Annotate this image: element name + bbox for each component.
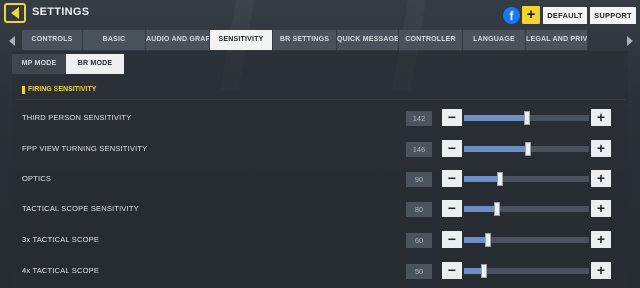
facebook-icon[interactable]: f bbox=[503, 7, 520, 24]
setting-value[interactable]: 80 bbox=[406, 202, 432, 217]
tab-sensitivity[interactable]: SENSITIVITY bbox=[210, 30, 273, 50]
chevron-left-icon bbox=[9, 36, 15, 46]
setting-row-4x-tactical-scope: 4x TACTICAL SCOPE 50− + bbox=[12, 260, 628, 284]
tab-br-settings[interactable]: BR SETTINGS bbox=[273, 30, 337, 50]
default-button[interactable]: DEFAULT bbox=[543, 7, 587, 24]
setting-label: OPTICS bbox=[22, 174, 52, 183]
setting-label: THIRD PERSON SENSITIVITY bbox=[22, 113, 132, 122]
slider-handle[interactable] bbox=[485, 233, 491, 247]
tab-controls[interactable]: CONTROLS bbox=[22, 30, 83, 50]
tab-bar: CONTROLS BASIC AUDIO AND GRAPHICS SENSIT… bbox=[0, 30, 640, 50]
divider bbox=[16, 99, 626, 100]
back-button[interactable] bbox=[4, 3, 26, 23]
increase-button[interactable]: + bbox=[591, 140, 611, 157]
setting-label: FPP VIEW TURNING SENSITIVITY bbox=[22, 144, 148, 153]
tab-scroll-right-button[interactable] bbox=[624, 33, 636, 49]
decrease-button[interactable]: − bbox=[442, 200, 462, 217]
add-button[interactable]: + bbox=[522, 6, 540, 24]
sensitivity-slider[interactable] bbox=[464, 172, 589, 186]
back-arrow-icon bbox=[11, 7, 19, 19]
increase-button[interactable]: + bbox=[591, 231, 611, 248]
decrease-button[interactable]: − bbox=[442, 262, 462, 279]
setting-row-tactical-scope-sensitivity: TACTICAL SCOPE SENSITIVITY 80− + bbox=[12, 198, 628, 222]
section-title: FIRING SENSITIVITY bbox=[28, 86, 97, 93]
mp-mode-button[interactable]: MP MODE bbox=[12, 54, 66, 74]
setting-label: 3x TACTICAL SCOPE bbox=[22, 235, 100, 244]
setting-value[interactable]: 60 bbox=[406, 233, 432, 248]
sensitivity-slider[interactable] bbox=[464, 202, 589, 216]
tab-controller[interactable]: CONTROLLER bbox=[399, 30, 463, 50]
support-button[interactable]: SUPPORT bbox=[590, 7, 636, 24]
setting-value[interactable]: 146 bbox=[406, 142, 432, 157]
sensitivity-slider[interactable] bbox=[464, 142, 589, 156]
sensitivity-slider[interactable] bbox=[464, 111, 589, 125]
decrease-button[interactable]: − bbox=[442, 231, 462, 248]
increase-button[interactable]: + bbox=[591, 170, 611, 187]
slider-fill bbox=[464, 206, 497, 212]
slider-handle[interactable] bbox=[494, 202, 500, 216]
slider-handle[interactable] bbox=[497, 172, 503, 186]
slider-fill bbox=[464, 176, 500, 182]
setting-row-optics: OPTICS 90− + bbox=[12, 168, 628, 192]
setting-label: 4x TACTICAL SCOPE bbox=[22, 266, 100, 275]
tab-audio-and-graphics[interactable]: AUDIO AND GRAPHICS bbox=[146, 30, 210, 50]
section-marker bbox=[22, 86, 25, 94]
slider-fill bbox=[464, 115, 527, 121]
setting-label: TACTICAL SCOPE SENSITIVITY bbox=[22, 204, 139, 213]
decrease-button[interactable]: − bbox=[442, 140, 462, 157]
chevron-right-icon bbox=[627, 36, 633, 46]
slider-handle[interactable] bbox=[524, 111, 530, 125]
page-title: SETTINGS bbox=[32, 6, 90, 18]
increase-button[interactable]: + bbox=[591, 200, 611, 217]
tab-quick-message[interactable]: QUICK MESSAGE bbox=[337, 30, 399, 50]
setting-value[interactable]: 50 bbox=[406, 264, 432, 279]
setting-value[interactable]: 142 bbox=[406, 111, 432, 126]
setting-value[interactable]: 90 bbox=[406, 172, 432, 187]
tab-legal-and-privacy[interactable]: LEGAL AND PRIVACY bbox=[526, 30, 588, 50]
setting-row-3x-tactical-scope: 3x TACTICAL SCOPE 60− + bbox=[12, 229, 628, 253]
header: SETTINGS f + DEFAULT SUPPORT bbox=[0, 0, 640, 30]
slider-handle[interactable] bbox=[525, 142, 531, 156]
increase-button[interactable]: + bbox=[591, 109, 611, 126]
setting-row-third-person-sensitivity: THIRD PERSON SENSITIVITY 142− + bbox=[12, 107, 628, 131]
tab-scroll-left-button[interactable] bbox=[6, 33, 18, 49]
sensitivity-slider[interactable] bbox=[464, 233, 589, 247]
increase-button[interactable]: + bbox=[591, 262, 611, 279]
section-header: FIRING SENSITIVITY bbox=[16, 84, 626, 96]
decrease-button[interactable]: − bbox=[442, 109, 462, 126]
sensitivity-slider[interactable] bbox=[464, 264, 589, 278]
tab-language[interactable]: LANGUAGE bbox=[463, 30, 526, 50]
decrease-button[interactable]: − bbox=[442, 170, 462, 187]
slider-handle[interactable] bbox=[481, 264, 487, 278]
slider-fill bbox=[464, 146, 528, 152]
br-mode-button[interactable]: BR MODE bbox=[66, 54, 124, 74]
setting-row-fpp-view-turning-sensitivity: FPP VIEW TURNING SENSITIVITY 146− + bbox=[12, 138, 628, 162]
tab-basic[interactable]: BASIC bbox=[83, 30, 146, 50]
